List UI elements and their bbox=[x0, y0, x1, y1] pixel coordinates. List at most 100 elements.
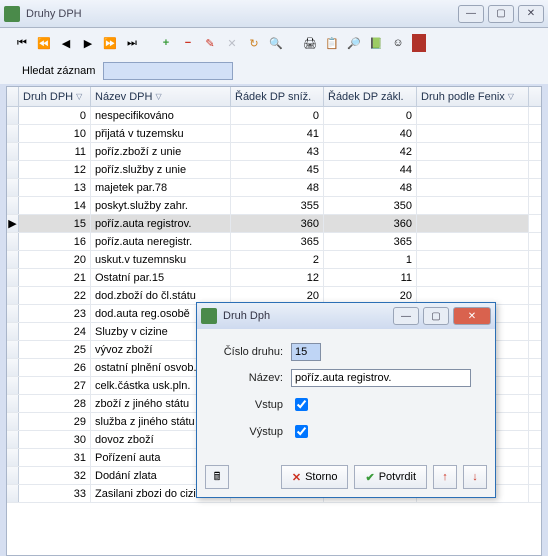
book-icon[interactable]: 📗 bbox=[368, 35, 384, 51]
cell-fenix bbox=[417, 251, 529, 268]
cell-druh: 13 bbox=[19, 179, 91, 196]
nav-next-icon[interactable]: ▶ bbox=[80, 35, 96, 51]
window-title: Druhy DPH bbox=[26, 8, 458, 20]
col-fenix[interactable]: Druh podle Fenix▽ bbox=[417, 87, 529, 106]
cell-druh: 30 bbox=[19, 431, 91, 448]
col-nazev[interactable]: Název DPH▽ bbox=[91, 87, 231, 106]
table-row[interactable]: 21Ostatní par.151211 bbox=[7, 269, 541, 287]
close-button[interactable]: ✕ bbox=[518, 5, 544, 23]
dialog-titlebar: Druh Dph — ▢ ✕ bbox=[197, 303, 495, 329]
dialog-maximize-button[interactable]: ▢ bbox=[423, 307, 449, 325]
print-icon[interactable]: 🖨 bbox=[302, 35, 318, 51]
minimize-button[interactable]: — bbox=[458, 5, 484, 23]
cell-druh: 27 bbox=[19, 377, 91, 394]
search-input[interactable] bbox=[103, 62, 233, 80]
nav-prev-icon[interactable]: ◀ bbox=[58, 35, 74, 51]
export-icon[interactable]: 📋 bbox=[324, 35, 340, 51]
exit-icon[interactable] bbox=[412, 34, 426, 52]
dialog-title: Druh Dph bbox=[223, 310, 393, 322]
calculator-icon[interactable]: 🖩 bbox=[205, 465, 229, 489]
nav-next-page-icon[interactable]: ⏩ bbox=[102, 35, 118, 51]
table-row[interactable]: 10přijatá v tuzemsku4140 bbox=[7, 125, 541, 143]
titlebar: Druhy DPH — ▢ ✕ bbox=[0, 0, 548, 28]
cell-fenix bbox=[417, 143, 529, 160]
table-row[interactable]: 14poskyt.služby zahr.355350 bbox=[7, 197, 541, 215]
cell-sniz: 360 bbox=[231, 215, 324, 232]
dialog-close-button[interactable]: ✕ bbox=[453, 307, 491, 325]
col-druh[interactable]: Druh DPH▽ bbox=[19, 87, 91, 106]
cell-nazev: poříz.zboží z unie bbox=[91, 143, 231, 160]
cell-druh: 16 bbox=[19, 233, 91, 250]
vstup-checkbox[interactable] bbox=[295, 398, 308, 411]
cell-druh: 10 bbox=[19, 125, 91, 142]
cell-fenix bbox=[417, 125, 529, 142]
help-icon[interactable]: ☺ bbox=[390, 35, 406, 51]
discard-icon[interactable]: ✕ bbox=[224, 35, 240, 51]
search-label: Hledat záznam bbox=[22, 65, 95, 77]
storno-button[interactable]: ✕Storno bbox=[281, 465, 349, 489]
cell-druh: 0 bbox=[19, 107, 91, 124]
dialog-minimize-button[interactable]: — bbox=[393, 307, 419, 325]
cell-nazev: přijatá v tuzemsku bbox=[91, 125, 231, 142]
table-row[interactable]: 20uskut.v tuzemnsku21 bbox=[7, 251, 541, 269]
vystup-checkbox[interactable] bbox=[295, 425, 308, 438]
cislo-input[interactable] bbox=[291, 343, 321, 361]
binoculars-icon[interactable]: 🔍 bbox=[268, 35, 284, 51]
remove-icon[interactable]: − bbox=[180, 35, 196, 51]
cell-zakl: 360 bbox=[324, 215, 417, 232]
nazev-input[interactable] bbox=[291, 369, 471, 387]
down-button[interactable]: ↓ bbox=[463, 465, 487, 489]
cell-druh: 24 bbox=[19, 323, 91, 340]
cell-sniz: 12 bbox=[231, 269, 324, 286]
cell-zakl: 1 bbox=[324, 251, 417, 268]
edit-dialog: Druh Dph — ▢ ✕ Číslo druhu: Název: Vstup… bbox=[196, 302, 496, 498]
up-button[interactable]: ↑ bbox=[433, 465, 457, 489]
cell-zakl: 44 bbox=[324, 161, 417, 178]
cell-zakl: 42 bbox=[324, 143, 417, 160]
cell-nazev: Ostatní par.15 bbox=[91, 269, 231, 286]
cell-druh: 33 bbox=[19, 485, 91, 502]
cell-nazev: poříz.auta neregistr. bbox=[91, 233, 231, 250]
col-sniz[interactable]: Řádek DP sníž. bbox=[231, 87, 324, 106]
cell-fenix bbox=[417, 215, 529, 232]
cell-zakl: 11 bbox=[324, 269, 417, 286]
cell-fenix bbox=[417, 233, 529, 250]
cell-druh: 23 bbox=[19, 305, 91, 322]
table-row[interactable]: 16poříz.auta neregistr.365365 bbox=[7, 233, 541, 251]
cell-druh: 22 bbox=[19, 287, 91, 304]
cell-druh: 11 bbox=[19, 143, 91, 160]
cell-druh: 31 bbox=[19, 449, 91, 466]
add-icon[interactable]: + bbox=[158, 35, 174, 51]
cell-druh: 20 bbox=[19, 251, 91, 268]
cislo-label: Číslo druhu: bbox=[213, 346, 283, 358]
nav-first-icon[interactable]: ⏮ bbox=[14, 35, 30, 51]
table-row[interactable]: 11poříz.zboží z unie4342 bbox=[7, 143, 541, 161]
cell-zakl: 48 bbox=[324, 179, 417, 196]
cell-fenix bbox=[417, 269, 529, 286]
cell-sniz: 41 bbox=[231, 125, 324, 142]
table-row[interactable]: 0nespecifikováno00 bbox=[7, 107, 541, 125]
table-row[interactable]: 12poříz.služby z unie4544 bbox=[7, 161, 541, 179]
zoom-icon[interactable]: 🔎 bbox=[346, 35, 362, 51]
cell-druh: 25 bbox=[19, 341, 91, 358]
table-row[interactable]: 13majetek par.784848 bbox=[7, 179, 541, 197]
cell-sniz: 0 bbox=[231, 107, 324, 124]
cell-druh: 15 bbox=[19, 215, 91, 232]
cell-zakl: 365 bbox=[324, 233, 417, 250]
app-icon bbox=[4, 6, 20, 22]
cell-sniz: 2 bbox=[231, 251, 324, 268]
cell-zakl: 0 bbox=[324, 107, 417, 124]
nav-prev-page-icon[interactable]: ⏪ bbox=[36, 35, 52, 51]
cell-sniz: 48 bbox=[231, 179, 324, 196]
maximize-button[interactable]: ▢ bbox=[488, 5, 514, 23]
refresh-icon[interactable]: ↻ bbox=[246, 35, 262, 51]
table-row[interactable]: ▶15poříz.auta registrov.360360 bbox=[7, 215, 541, 233]
potvrdit-button[interactable]: ✔Potvrdit bbox=[354, 465, 427, 489]
edit-icon[interactable]: ✎ bbox=[202, 35, 218, 51]
cell-nazev: poříz.služby z unie bbox=[91, 161, 231, 178]
col-zakl[interactable]: Řádek DP zákl. bbox=[324, 87, 417, 106]
cell-nazev: poskyt.služby zahr. bbox=[91, 197, 231, 214]
cell-druh: 12 bbox=[19, 161, 91, 178]
nav-last-icon[interactable]: ⏭ bbox=[124, 35, 140, 51]
cell-druh: 26 bbox=[19, 359, 91, 376]
